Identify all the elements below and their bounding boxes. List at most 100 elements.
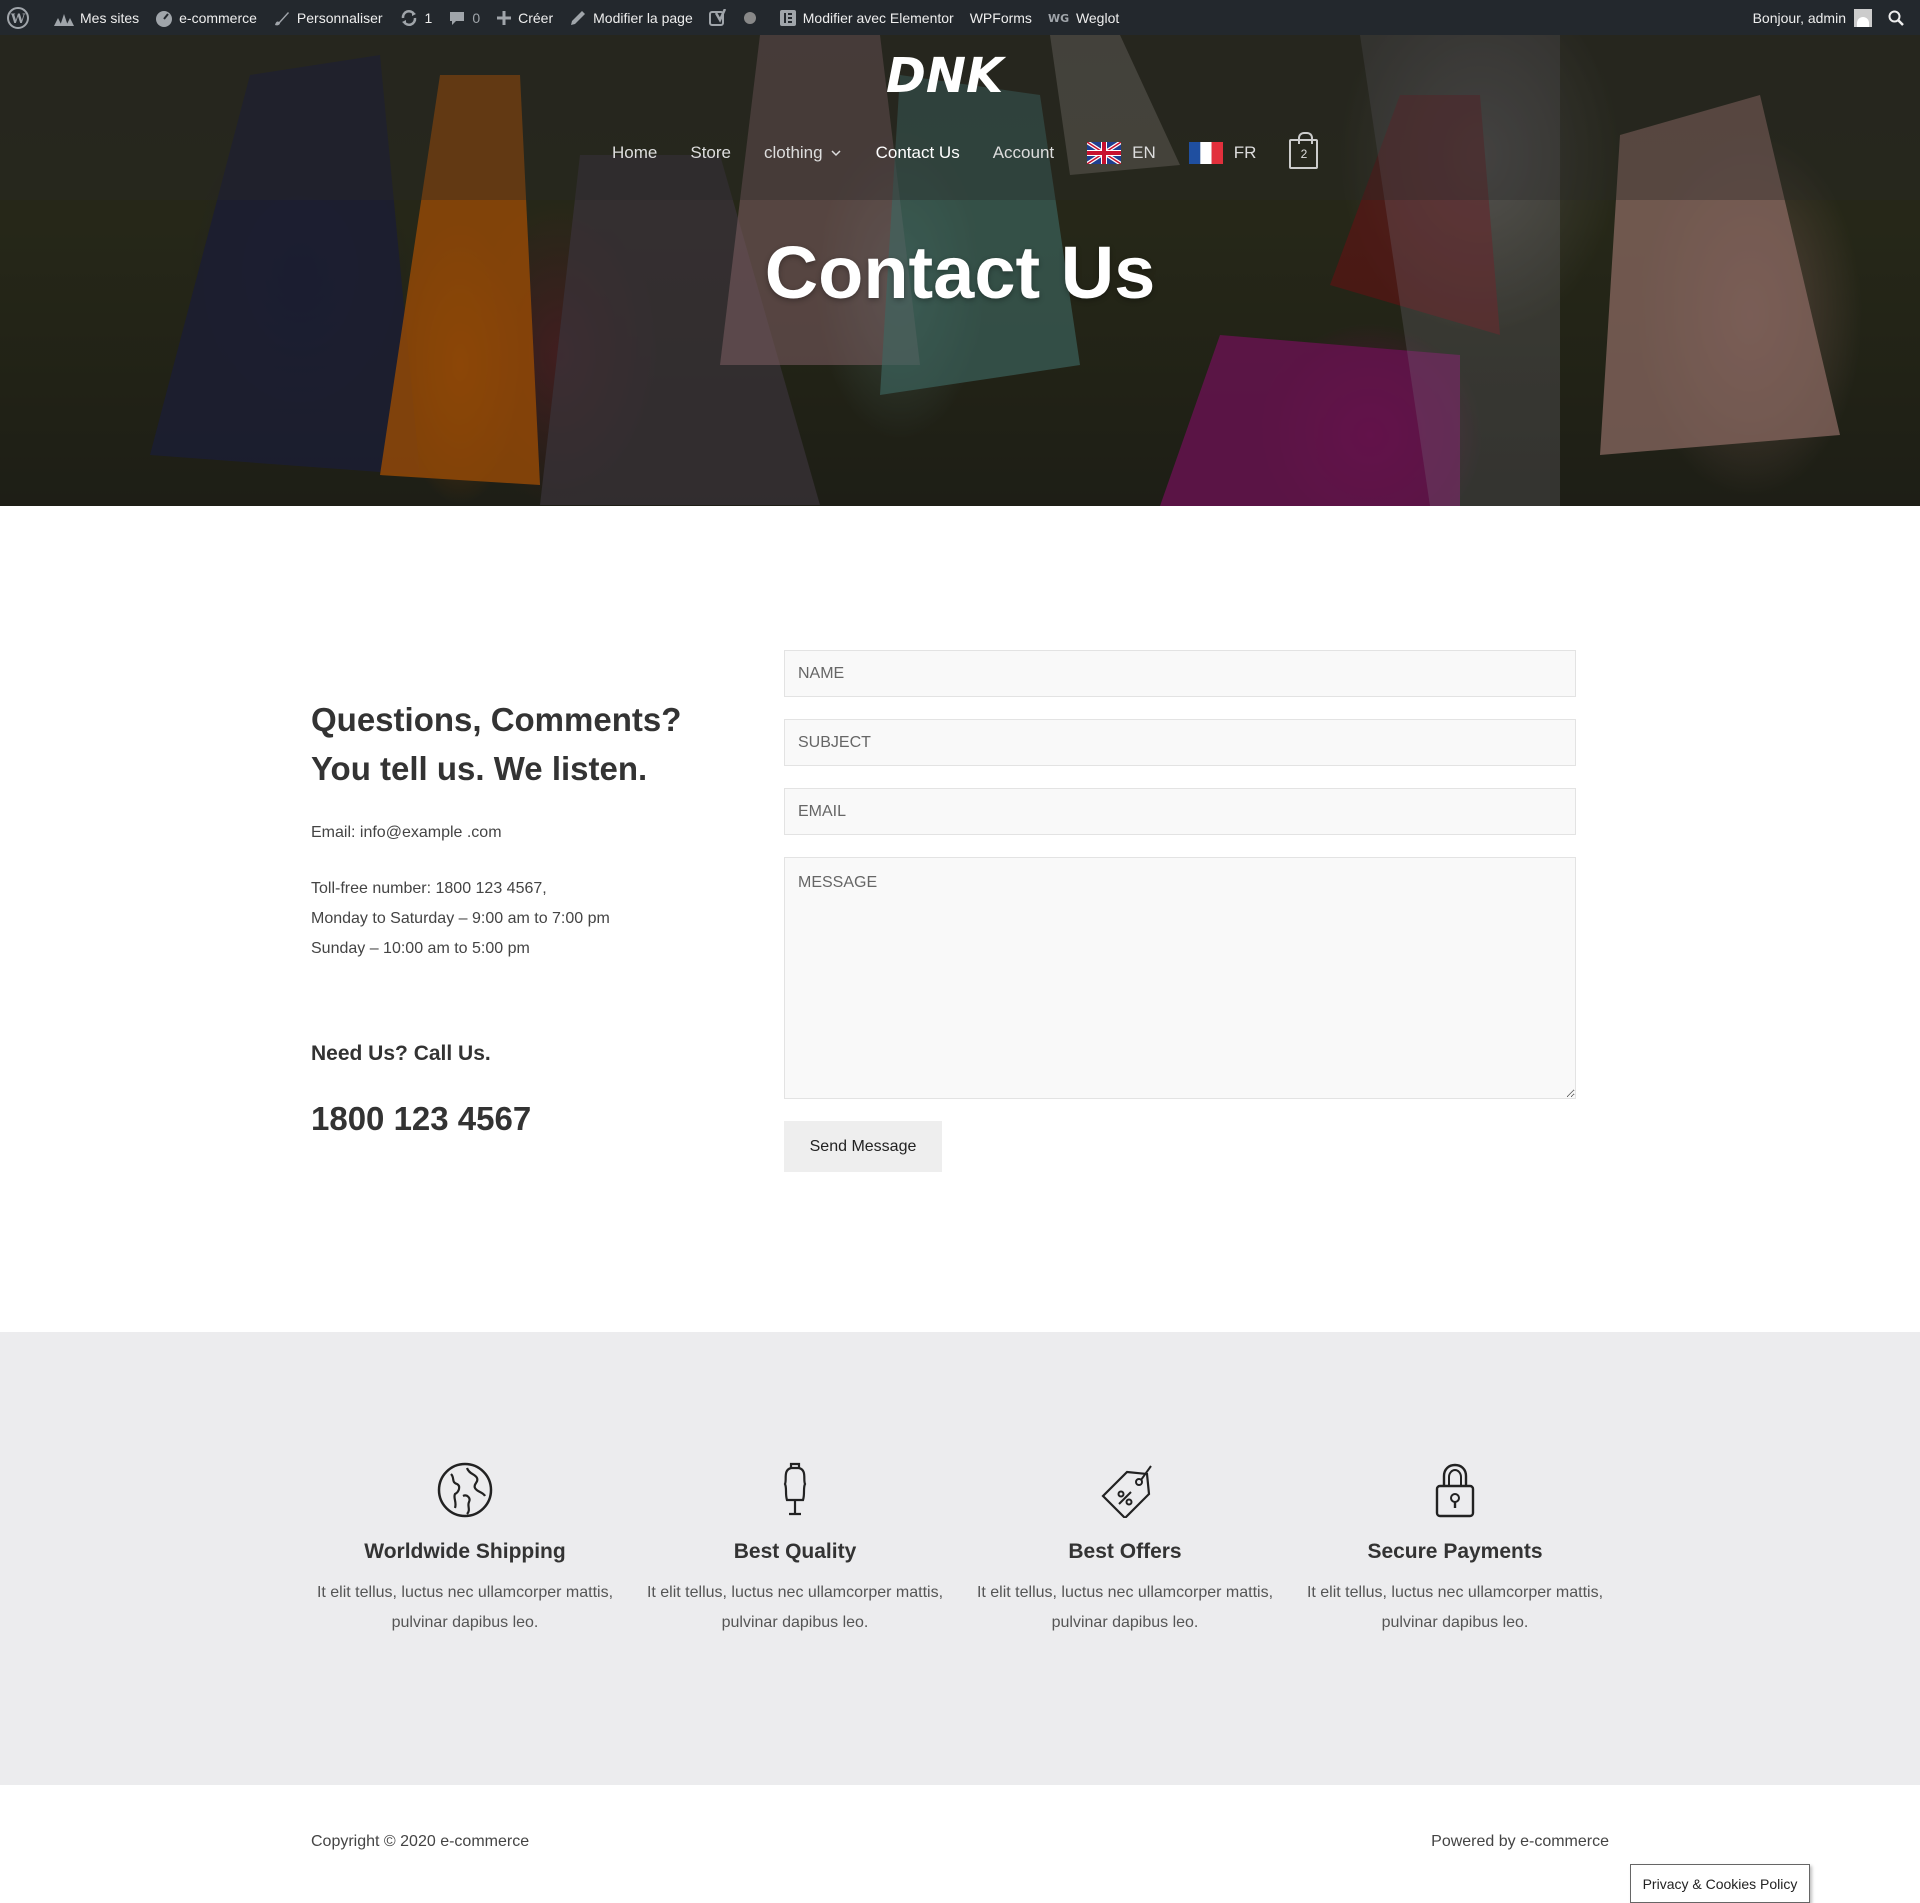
seo-status-dot-icon	[743, 11, 756, 24]
contact-info: Questions, Comments? You tell us. We lis…	[311, 695, 731, 964]
logo-text: DNK	[886, 48, 1007, 104]
feature-text: It elit tellus, luctus nec ullamcorper m…	[976, 1584, 1274, 1631]
language-fr-label: FR	[1233, 143, 1257, 162]
admin-bar: W Mes sites e-commerce Personnaliser 1 0…	[0, 0, 1920, 35]
sites-icon	[54, 13, 74, 26]
greeting-label: Bonjour, admin	[1752, 9, 1846, 26]
mannequin-icon	[783, 1462, 807, 1516]
nav-store-label: Store	[690, 143, 731, 162]
contact-hours-line: Sunday – 10:00 am to 5:00 pm	[311, 940, 530, 957]
dashboard-icon	[156, 10, 173, 27]
nav-contact-label: Contact Us	[875, 143, 960, 162]
new-content-menu[interactable]: Créer	[488, 0, 561, 35]
updates-icon	[401, 9, 416, 26]
feature-text: It elit tellus, luctus nec ullamcorper m…	[1306, 1584, 1604, 1631]
uk-flag-icon	[1087, 142, 1122, 164]
feature-text: It elit tellus, luctus nec ullamcorper m…	[646, 1584, 944, 1631]
feature-text: It elit tellus, luctus nec ullamcorper m…	[316, 1584, 614, 1631]
language-fr[interactable]: FR	[1188, 142, 1257, 164]
pencil-icon	[571, 10, 586, 25]
edit-page-link[interactable]: Modifier la page	[561, 0, 701, 35]
features-section: Worldwide Shipping It elit tellus, luctu…	[0, 1332, 1920, 1785]
contact-hours-line: Toll-free number: 1800 123 4567,	[311, 880, 547, 897]
call-us-number: 1800 123 4567	[311, 1100, 532, 1137]
svg-text:WG: WG	[1048, 12, 1069, 25]
site-name-label: e-commerce	[179, 9, 257, 26]
language-en-label: EN	[1132, 143, 1156, 162]
contact-hours-line: Monday to Saturday – 9:00 am to 7:00 pm	[311, 910, 610, 927]
nav-clothing-label: clothing	[764, 143, 823, 162]
wordpress-logo-button[interactable]: W	[0, 0, 44, 35]
customize-link[interactable]: Personnaliser	[265, 0, 391, 35]
footer-powered-by[interactable]: Powered by e-commerce	[1431, 1833, 1609, 1851]
elementor-icon	[779, 9, 796, 26]
customize-label: Personnaliser	[296, 9, 383, 26]
dnk-logo[interactable]: DNK	[882, 47, 1012, 107]
wordpress-icon: W	[7, 6, 29, 29]
yoast-seo-menu[interactable]	[701, 0, 771, 35]
feature-worldwide-shipping: Worldwide Shipping It elit tellus, luctu…	[300, 1462, 630, 1638]
price-tag-icon	[1101, 1465, 1152, 1518]
email-field[interactable]	[784, 788, 1576, 835]
nav-home[interactable]: Home	[612, 143, 657, 163]
shopping-bag-icon: 2	[1289, 132, 1319, 169]
wpforms-label: WPForms	[969, 9, 1032, 26]
globe-icon	[437, 1462, 493, 1518]
feature-title: Worldwide Shipping	[364, 1540, 566, 1563]
cart-count: 2	[1300, 147, 1308, 161]
page-title: Contact Us	[764, 231, 1156, 314]
message-field[interactable]	[784, 857, 1576, 1099]
updates-link[interactable]: 1	[391, 0, 441, 35]
weglot-label: Weglot	[1075, 9, 1120, 26]
weglot-menu[interactable]: WG Weglot	[1040, 0, 1127, 35]
nav-home-label: Home	[612, 143, 658, 162]
feature-best-offers: Best Offers It elit tellus, luctus nec u…	[960, 1462, 1290, 1638]
cart-button[interactable]: 2	[1289, 132, 1319, 169]
language-en[interactable]: EN	[1087, 142, 1156, 164]
call-us-title: Need Us? Call Us.	[311, 1042, 491, 1065]
elementor-label: Modifier avec Elementor	[802, 9, 954, 26]
account-menu[interactable]: Bonjour, admin	[1745, 0, 1880, 35]
my-sites-menu[interactable]: Mes sites	[44, 0, 147, 35]
wpforms-menu[interactable]: WPForms	[962, 0, 1040, 35]
nav-account[interactable]: Account	[993, 143, 1054, 163]
brush-icon	[274, 11, 289, 25]
feature-secure-payments: Secure Payments It elit tellus, luctus n…	[1290, 1462, 1620, 1638]
subject-field[interactable]	[784, 719, 1576, 766]
nav-store[interactable]: Store	[690, 143, 731, 163]
svg-text:W: W	[10, 12, 26, 27]
send-message-button[interactable]: Send Message	[784, 1121, 942, 1172]
plus-icon	[497, 10, 512, 25]
site-name-menu[interactable]: e-commerce	[147, 0, 265, 35]
footer-copyright: Copyright © 2020 e-commerce	[311, 1833, 530, 1850]
feature-title: Secure Payments	[1367, 1540, 1543, 1563]
admin-search-button[interactable]	[1880, 0, 1920, 35]
nav-clothing[interactable]: clothing	[764, 143, 843, 163]
contact-email: Email: info@example .com	[311, 824, 502, 841]
updates-count: 1	[424, 9, 433, 26]
my-sites-label: Mes sites	[80, 9, 140, 26]
nav-contact-us[interactable]: Contact Us	[876, 143, 960, 163]
contact-hours: Toll-free number: 1800 123 4567, Monday …	[311, 874, 731, 964]
new-content-label: Créer	[518, 9, 554, 26]
contact-form: Send Message	[784, 650, 1576, 1172]
comments-link[interactable]: 0	[440, 0, 488, 35]
weglot-icon: WG	[1048, 12, 1069, 25]
france-flag-icon	[1188, 142, 1223, 164]
yoast-icon	[708, 8, 726, 26]
padlock-icon	[1435, 1463, 1475, 1518]
comments-count: 0	[472, 9, 481, 26]
chevron-down-icon	[831, 150, 841, 157]
name-field[interactable]	[784, 650, 1576, 697]
search-icon	[1888, 10, 1904, 26]
privacy-cookies-button[interactable]: Privacy & Cookies Policy	[1630, 1864, 1810, 1903]
avatar	[1854, 8, 1872, 27]
nav-account-label: Account	[992, 143, 1055, 162]
contact-heading: Questions, Comments? You tell us. We lis…	[311, 701, 682, 787]
hero-banner: DNK Home Store clothing Contact Us Accou…	[0, 35, 1920, 506]
elementor-edit-link[interactable]: Modifier avec Elementor	[771, 0, 962, 35]
comment-icon	[450, 11, 465, 25]
main-navigation: Home Store clothing Contact Us Account E…	[612, 132, 1351, 169]
feature-title: Best Quality	[733, 1540, 857, 1563]
feature-title: Best Offers	[1068, 1540, 1182, 1563]
